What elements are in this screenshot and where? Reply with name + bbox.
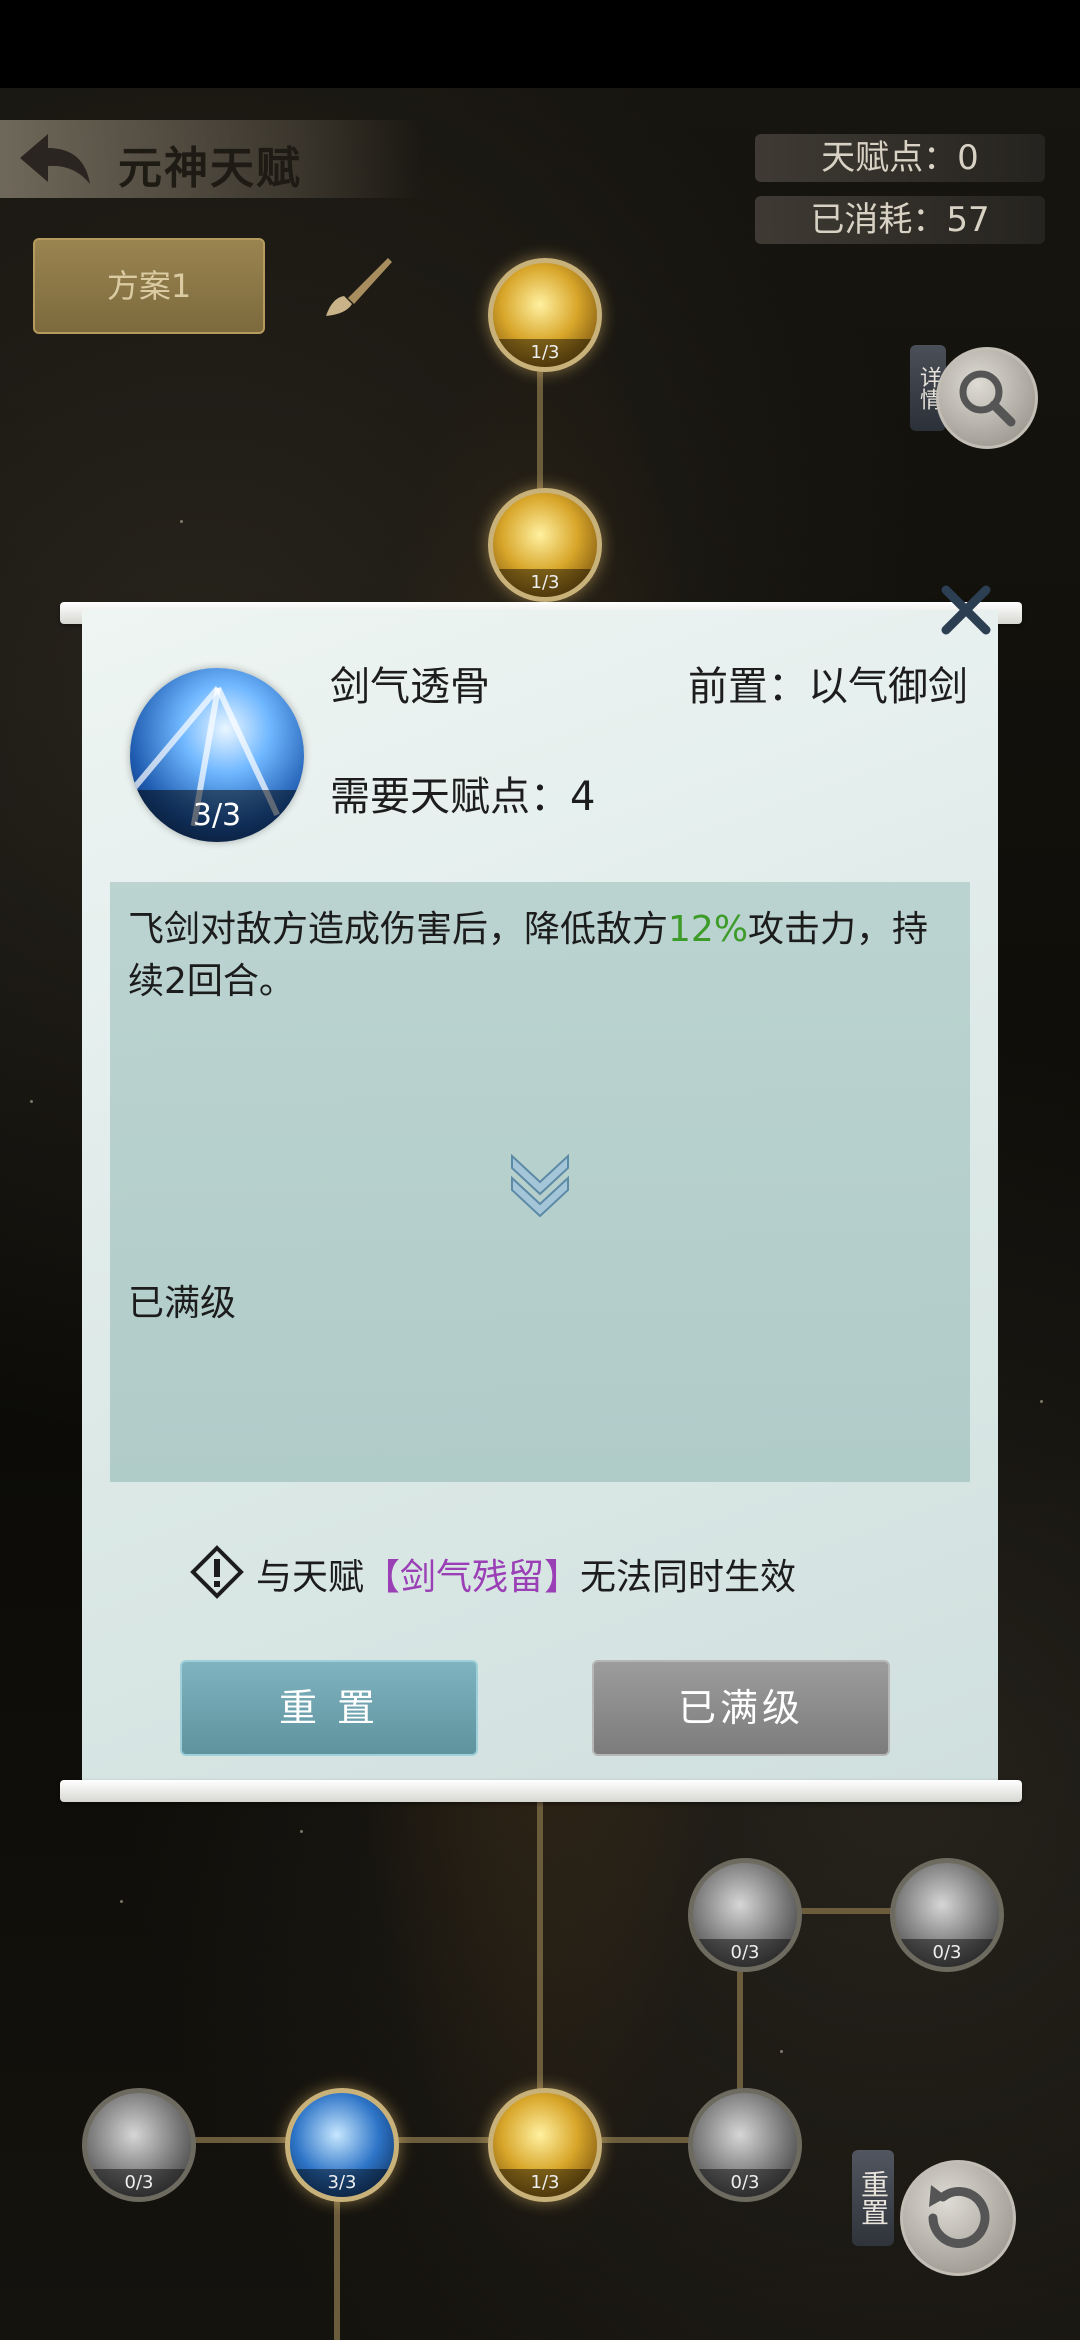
node-level: 0/3 bbox=[693, 1939, 797, 1967]
skill-name: 剑气透骨 bbox=[330, 664, 490, 710]
close-icon[interactable] bbox=[938, 582, 994, 638]
talent-node[interactable]: 1/3 bbox=[488, 2088, 602, 2202]
brush-icon[interactable] bbox=[318, 252, 394, 322]
back-arrow-icon[interactable] bbox=[14, 128, 94, 192]
search-button[interactable] bbox=[936, 347, 1038, 449]
conflict-text: 与天赋【剑气残留】无法同时生效 bbox=[256, 1548, 796, 1600]
node-level: 0/3 bbox=[895, 1939, 999, 1967]
cost-text: 需要天赋点：4 bbox=[330, 774, 596, 820]
consumed-points-display: 已消耗：57 bbox=[755, 196, 1045, 244]
star bbox=[120, 1900, 123, 1903]
talent-node[interactable]: 0/3 bbox=[688, 1858, 802, 1972]
refresh-icon bbox=[928, 2185, 990, 2248]
talent-node[interactable]: 0/3 bbox=[688, 2088, 802, 2202]
description-highlight: 12% bbox=[668, 909, 749, 950]
node-level: 0/3 bbox=[693, 2169, 797, 2197]
warning-icon bbox=[190, 1545, 244, 1599]
talent-node[interactable]: 1/3 bbox=[488, 488, 602, 602]
talent-node[interactable]: 0/3 bbox=[890, 1858, 1004, 1972]
reset-tag[interactable]: 重置 bbox=[852, 2150, 894, 2246]
page-title: 元神天赋 bbox=[118, 143, 302, 194]
status-bar bbox=[0, 0, 1080, 88]
star bbox=[180, 520, 183, 523]
star bbox=[300, 1830, 303, 1833]
node-level: 1/3 bbox=[493, 339, 597, 367]
reset-tree-button[interactable] bbox=[900, 2160, 1016, 2276]
search-icon bbox=[959, 370, 1016, 427]
description-text: 飞剑对敌方造成伤害后，降低敌方12%攻击力，持续2回合。 bbox=[128, 904, 956, 1008]
talent-node[interactable]: 0/3 bbox=[82, 2088, 196, 2202]
description-part: 飞剑对敌方造成伤害后，降低敌方 bbox=[128, 909, 669, 950]
talent-node[interactable]: 1/3 bbox=[488, 258, 602, 372]
plan-button[interactable]: 方案1 bbox=[33, 238, 265, 334]
conflict-prefix: 与天赋 bbox=[256, 1557, 365, 1598]
prerequisite-text: 前置：以气御剑 bbox=[688, 664, 968, 710]
skill-icon: 3/3 bbox=[130, 668, 304, 842]
level-status-text: 已满级 bbox=[128, 1283, 237, 1324]
star bbox=[1040, 1400, 1043, 1403]
conflict-talent-name: 【剑气残留】 bbox=[364, 1557, 581, 1598]
node-level: 1/3 bbox=[493, 569, 597, 597]
scroll-rod-bottom bbox=[60, 1780, 1022, 1802]
star bbox=[30, 1100, 33, 1103]
chevron-down-icon[interactable] bbox=[506, 1148, 574, 1220]
talent-points-display: 天赋点：0 bbox=[755, 134, 1045, 182]
skill-level: 3/3 bbox=[130, 790, 304, 842]
node-level: 1/3 bbox=[493, 2169, 597, 2197]
conflict-suffix: 无法同时生效 bbox=[580, 1557, 797, 1598]
max-level-button[interactable]: 已满级 bbox=[592, 1660, 890, 1756]
star bbox=[780, 2050, 783, 2053]
node-level: 0/3 bbox=[87, 2169, 191, 2197]
tree-connector bbox=[130, 2137, 750, 2143]
talent-node[interactable]: 3/3 bbox=[285, 2088, 399, 2202]
node-level: 3/3 bbox=[290, 2169, 394, 2197]
reset-button[interactable]: 重 置 bbox=[180, 1660, 478, 1756]
